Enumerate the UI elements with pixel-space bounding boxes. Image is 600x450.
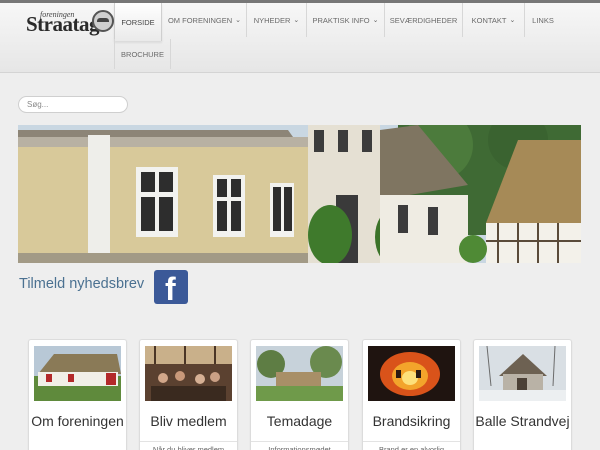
nav-label: Nyheder [253, 15, 291, 25]
nav-label: Kontakt [471, 15, 507, 25]
card-title: Brandsikring [372, 413, 451, 429]
thatched-houses-photo [18, 125, 581, 263]
nav-label: Om foreningen [167, 15, 233, 25]
logo-title: Straatag [26, 12, 100, 36]
nav-label: Forside [121, 17, 155, 27]
nav-praktisk-info[interactable]: Praktisk info ⌄ [307, 3, 385, 37]
card-image [145, 346, 232, 401]
card-title: Bliv medlem [150, 413, 227, 429]
card-title: Om foreningen [31, 413, 124, 429]
facebook-glyph: f [165, 271, 176, 304]
nav-forside[interactable]: Forside [114, 3, 162, 41]
nav-sevaerdigheder[interactable]: Seværdigheder [385, 3, 463, 37]
nav-kontakt[interactable]: Kontakt ⌄ [463, 3, 525, 37]
card-title: Temadage [266, 413, 333, 429]
nav-brochure[interactable]: Brochure [114, 39, 171, 69]
chevron-down-icon: ⌄ [235, 17, 242, 24]
nav-label: Links [532, 15, 554, 25]
site-logo[interactable]: foreningen Straatag [24, 6, 116, 40]
chevron-down-icon: ⌄ [372, 17, 379, 24]
site-header: foreningen Straatag Forside Om foreninge… [0, 3, 600, 73]
card-bliv-medlem[interactable]: Bliv medlem Når du bliver medlem [139, 339, 238, 450]
card-image [256, 346, 343, 401]
card-excerpt: Brand er en alvorlig [363, 441, 460, 450]
card-balle-strandvej[interactable]: Balle Strandvej [473, 339, 572, 450]
nav-links[interactable]: Links [525, 3, 561, 37]
logo-emblem-icon [92, 10, 114, 32]
nav-label: Brochure [121, 49, 164, 59]
chevron-down-icon: ⌄ [293, 17, 300, 24]
card-title: Balle Strandvej [475, 413, 570, 429]
search-input[interactable] [18, 96, 128, 113]
facebook-icon[interactable]: f [154, 270, 188, 304]
hero-banner-image [18, 125, 581, 263]
card-excerpt: Når du bliver medlem [140, 441, 237, 450]
card-image [368, 346, 455, 401]
chevron-down-icon: ⌄ [509, 17, 516, 24]
card-temadage[interactable]: Temadage Informationsmødet [250, 339, 349, 450]
nav-om-foreningen[interactable]: Om foreningen ⌄ [163, 3, 247, 37]
card-brandsikring[interactable]: Brandsikring Brand er en alvorlig [362, 339, 461, 450]
card-image [479, 346, 566, 401]
nav-nyheder[interactable]: Nyheder ⌄ [247, 3, 307, 37]
nav-label: Praktisk info [312, 15, 370, 25]
card-excerpt: Informationsmødet [251, 441, 348, 450]
card-image [34, 346, 121, 401]
nav-label: Seværdigheder [389, 15, 458, 25]
newsletter-signup-link[interactable]: Tilmeld nyhedsbrev [19, 276, 144, 292]
card-om-foreningen[interactable]: Om foreningen [28, 339, 127, 450]
